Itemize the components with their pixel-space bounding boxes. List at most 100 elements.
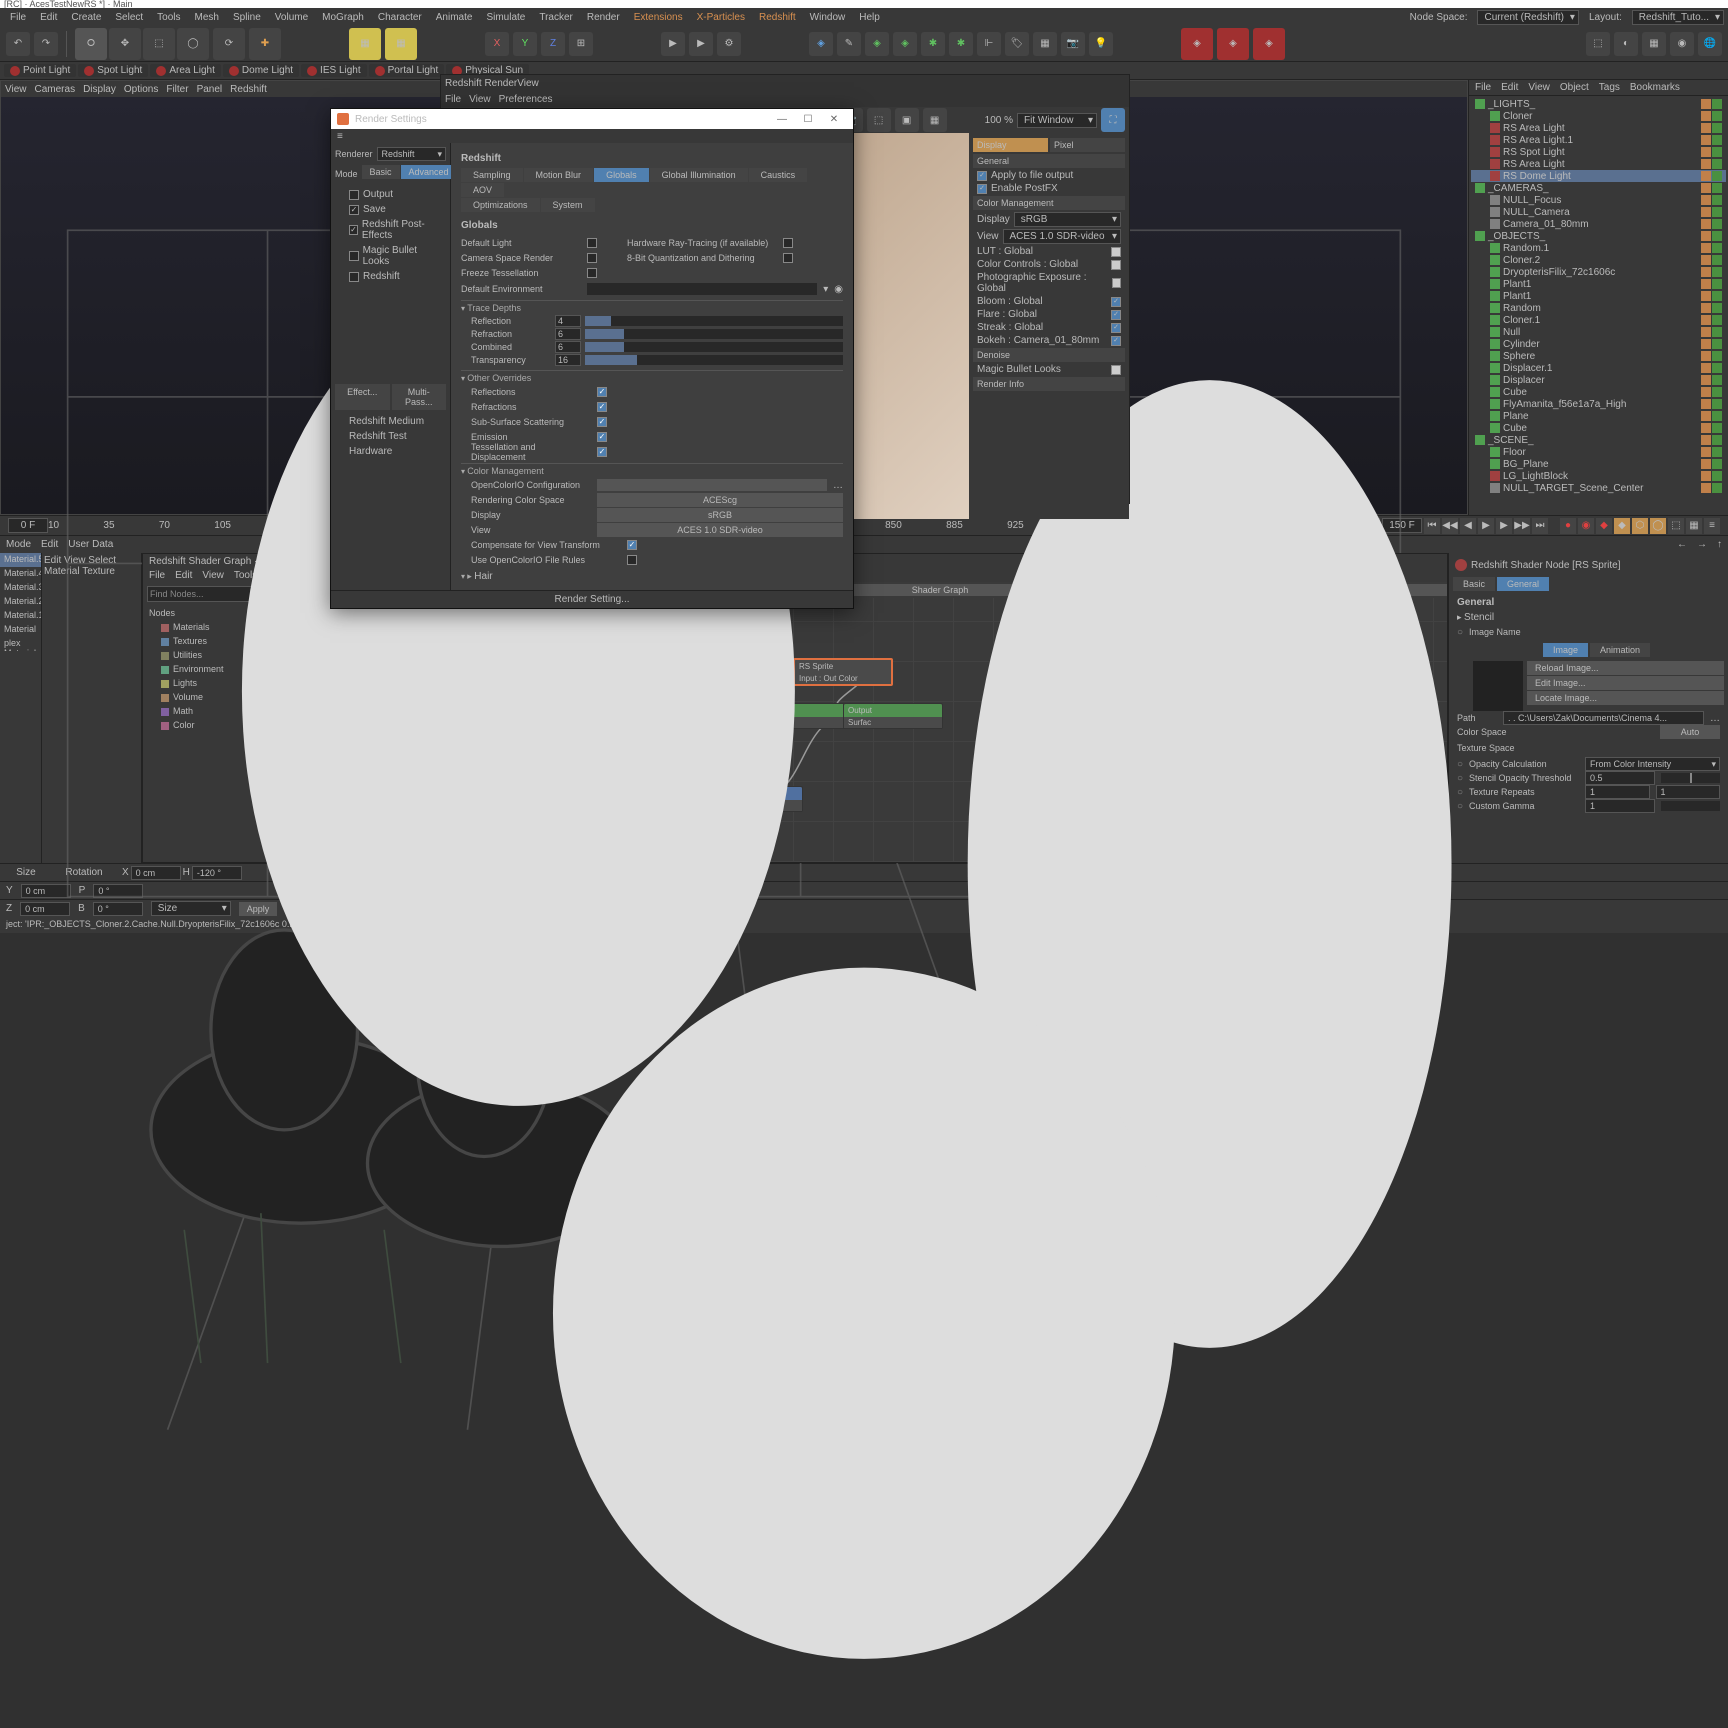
spline-icon[interactable]: ✎	[837, 32, 861, 56]
frame-cur[interactable]: 150 F	[1340, 518, 1380, 533]
tree-item[interactable]: Sphere	[1471, 350, 1726, 362]
menu-tools[interactable]: Tools	[151, 10, 186, 25]
menu-help[interactable]: Help	[853, 10, 886, 25]
shader-node[interactable]: terisFilix_72c1606c_8K_Displacement : TO…	[523, 793, 680, 819]
material-item[interactable]: Material.4	[0, 567, 41, 581]
shader-node[interactable]: S MateriaOut Color	[753, 703, 853, 729]
om-view[interactable]: View	[1528, 82, 1550, 93]
reflection-slider[interactable]	[585, 316, 843, 326]
tree-item[interactable]: BG_Plane	[1471, 458, 1726, 470]
rcs-value[interactable]: ACEScg	[597, 493, 843, 507]
vp-display[interactable]: Display	[83, 84, 116, 95]
undo-icon[interactable]: ↶	[6, 32, 30, 56]
sg-tex[interactable]: Texture	[82, 566, 115, 577]
transparency-slider[interactable]	[585, 355, 843, 365]
threshold-input[interactable]: 0.5	[1585, 771, 1654, 785]
nodelib-category[interactable]: Utilities	[143, 648, 302, 662]
sgm-edit[interactable]: Edit	[175, 570, 192, 581]
settings-tab[interactable]: Global Illumination	[650, 168, 748, 182]
tree-item[interactable]: Random.1	[1471, 242, 1726, 254]
trace-depths-group[interactable]: Trace Depths	[461, 303, 843, 313]
om-object[interactable]: Object	[1560, 82, 1589, 93]
reload-image-button[interactable]: Reload Image...	[1527, 661, 1724, 675]
render-setting-button[interactable]: Render Setting...	[554, 594, 629, 605]
menu-mograph[interactable]: MoGraph	[316, 10, 370, 25]
ocio-field[interactable]	[597, 479, 827, 491]
tree-group[interactable]: _LIGHTS_	[1471, 98, 1726, 110]
preset-tree-item[interactable]: Redshift Test	[335, 429, 446, 444]
portal-light-button[interactable]: Portal Light	[369, 64, 445, 77]
snap-icon[interactable]: ▦	[349, 28, 381, 60]
om-bookmarks[interactable]: Bookmarks	[1630, 82, 1680, 93]
rv-flare-chk[interactable]	[1111, 310, 1121, 320]
material-item[interactable]: Material.3	[0, 581, 41, 595]
next-frame-icon[interactable]: ▶	[1496, 518, 1512, 534]
y-input[interactable]: 0 cm	[21, 884, 71, 898]
view-value[interactable]: ACES 1.0 SDR-video	[597, 523, 843, 537]
menu-window[interactable]: Window	[804, 10, 852, 25]
rv-apply-chk[interactable]	[977, 171, 987, 181]
tree-item[interactable]: Plant1	[1471, 278, 1726, 290]
om-file[interactable]: File	[1475, 82, 1491, 93]
maximize-button[interactable]: ☐	[795, 114, 821, 125]
ov-refl-chk[interactable]	[597, 387, 607, 397]
menu-tracker[interactable]: Tracker	[533, 10, 579, 25]
point-light-button[interactable]: Point Light	[4, 64, 76, 77]
shader-node[interactable]: terisFilix_72c1606c_8K_Translucency : TO…	[523, 658, 679, 684]
b-input[interactable]: 0 °	[93, 902, 143, 916]
rv-postfx-chk[interactable]	[977, 184, 987, 194]
shader-node[interactable]: terisFilix_72c1606c_8K_Alpha : TeOut Col…	[528, 693, 661, 719]
shading-icon[interactable]: ◐	[1614, 32, 1638, 56]
menu-extensions[interactable]: Extensions	[628, 10, 689, 25]
rs-cube1-icon[interactable]: ◈	[1181, 28, 1213, 60]
mograph-icon[interactable]: ✱	[949, 32, 973, 56]
attr-fwd-icon[interactable]: →	[1697, 539, 1707, 550]
sg-edit[interactable]: Edit	[44, 555, 61, 566]
effect-button[interactable]: Effect...	[335, 384, 390, 410]
workplane-icon[interactable]: ▦	[385, 28, 417, 60]
settings-tree-item[interactable]: Magic Bullet Looks	[335, 243, 446, 269]
sgm-file[interactable]: File	[149, 570, 165, 581]
shader-node[interactable]: terisFilix_72c1606c_8K_Albedo : TOut Col…	[533, 628, 666, 654]
keymode6-icon[interactable]: ≡	[1704, 518, 1720, 534]
menu-simulate[interactable]: Simulate	[480, 10, 531, 25]
grid-icon[interactable]: ▦	[1033, 32, 1057, 56]
generator-icon[interactable]: ◈	[865, 32, 889, 56]
vp-cameras[interactable]: Cameras	[35, 84, 76, 95]
material-item[interactable]: Material.5	[0, 553, 41, 567]
ov-refr-chk[interactable]	[597, 402, 607, 412]
sgm-options[interactable]: Options	[267, 570, 301, 581]
reflection-input[interactable]: 4	[555, 315, 581, 327]
refraction-input[interactable]: 6	[555, 328, 581, 340]
frame-end[interactable]: 150 F	[1382, 518, 1422, 533]
om-edit[interactable]: Edit	[1501, 82, 1518, 93]
material-item[interactable]: Material	[0, 623, 41, 637]
advanced-tab[interactable]: Advanced	[401, 165, 457, 179]
shader-node[interactable]: S DisplacemeTex Mi: Out	[703, 786, 803, 812]
rv-mbl-chk[interactable]	[1111, 365, 1121, 375]
rv-lut-chk[interactable]	[1111, 247, 1121, 257]
vp-panel[interactable]: Panel	[197, 84, 223, 95]
rv-bokeh-chk[interactable]	[1111, 336, 1121, 346]
render-region-icon[interactable]: ▶	[689, 32, 713, 56]
axis-z-icon[interactable]: Z	[541, 32, 565, 56]
compensate-chk[interactable]	[627, 540, 637, 550]
menu-select[interactable]: Select	[109, 10, 149, 25]
tree-group[interactable]: _SCENE_	[1471, 434, 1726, 446]
keymode5-icon[interactable]: ▦	[1686, 518, 1702, 534]
size-dropdown[interactable]: Size	[151, 901, 231, 916]
shader-node[interactable]: OutputSurfac	[843, 703, 943, 729]
align-icon[interactable]: ⊩	[977, 32, 1001, 56]
menu-mesh[interactable]: Mesh	[189, 10, 225, 25]
z-input[interactable]: 0 cm	[20, 902, 70, 916]
record-icon[interactable]: ●	[1560, 518, 1576, 534]
move-tool-icon[interactable]: ✥	[109, 28, 141, 60]
layout-dropdown[interactable]: Redshift_Tuto...	[1632, 10, 1724, 25]
last-tool-icon[interactable]: ⟳	[213, 28, 245, 60]
freeze-chk[interactable]	[587, 268, 597, 278]
menu-spline[interactable]: Spline	[227, 10, 267, 25]
goto-start-icon[interactable]: ⏮	[1424, 518, 1440, 534]
combined-input[interactable]: 6	[555, 341, 581, 353]
menu-character[interactable]: Character	[372, 10, 428, 25]
menu-file[interactable]: File	[4, 10, 32, 25]
